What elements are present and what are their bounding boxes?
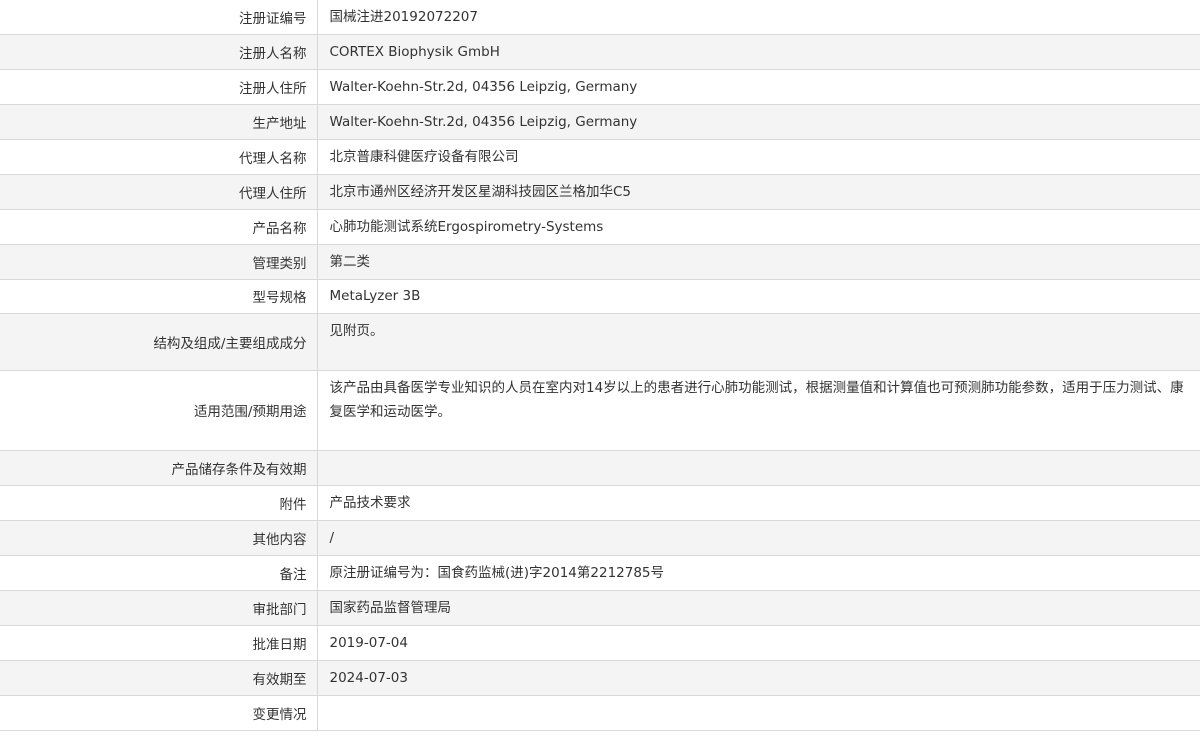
table-row: 注册人名称 CORTEX Biophysik GmbH [0,34,1200,70]
table-row: 生产地址 Walter-Koehn-Str.2d, 04356 Leipzig,… [0,104,1200,140]
table-row: 代理人住所 北京市通州区经济开发区星湖科技园区兰格加华C5 [0,174,1200,210]
table-row: 审批部门 国家药品监督管理局 [0,590,1200,626]
table-row: 型号规格 MetaLyzer 3B [0,279,1200,314]
table-row: 适用范围/预期用途 该产品由具备医学专业知识的人员在室内对14岁以上的患者进行心… [0,370,1200,451]
table-row: 附件 产品技术要求 [0,485,1200,521]
field-label: 管理类别 [0,244,318,280]
table-row: 备注 原注册证编号为：国食药监械(进)字2014第2212785号 [0,555,1200,591]
field-value: 2019-07-04 [317,625,1200,661]
field-value: MetaLyzer 3B [317,279,1200,314]
field-label: 产品名称 [0,209,318,245]
registration-detail-table: 注册证编号 国械注进20192072207 注册人名称 CORTEX Bioph… [0,0,1200,731]
field-value: 北京普康科健医疗设备有限公司 [317,139,1200,175]
field-label: 其他内容 [0,520,318,556]
field-value: 第二类 [317,244,1200,280]
field-value: / [317,520,1200,556]
table-row: 有效期至 2024-07-03 [0,660,1200,696]
field-label: 有效期至 [0,660,318,696]
field-value: 产品技术要求 [317,485,1200,521]
field-label: 注册证编号 [0,0,318,35]
field-label: 产品储存条件及有效期 [0,450,318,486]
table-row: 产品储存条件及有效期 [0,450,1200,486]
field-value: 国家药品监督管理局 [317,590,1200,626]
field-value: 该产品由具备医学专业知识的人员在室内对14岁以上的患者进行心肺功能测试，根据测量… [317,370,1200,451]
table-row: 批准日期 2019-07-04 [0,625,1200,661]
field-label: 结构及组成/主要组成成分 [0,313,318,371]
field-value: CORTEX Biophysik GmbH [317,34,1200,70]
table-row: 变更情况 [0,695,1200,731]
table-row: 代理人名称 北京普康科健医疗设备有限公司 [0,139,1200,175]
field-value [317,695,1200,731]
field-label: 型号规格 [0,279,318,314]
field-value: 原注册证编号为：国食药监械(进)字2014第2212785号 [317,555,1200,591]
field-value: 心肺功能测试系统Ergospirometry-Systems [317,209,1200,245]
table-row: 其他内容 / [0,520,1200,556]
field-label: 变更情况 [0,695,318,731]
field-label: 备注 [0,555,318,591]
field-label: 代理人名称 [0,139,318,175]
field-label: 批准日期 [0,625,318,661]
field-value: Walter-Koehn-Str.2d, 04356 Leipzig, Germ… [317,104,1200,140]
field-label: 注册人住所 [0,69,318,105]
field-value: 北京市通州区经济开发区星湖科技园区兰格加华C5 [317,174,1200,210]
field-label: 附件 [0,485,318,521]
table-row: 注册证编号 国械注进20192072207 [0,0,1200,35]
field-value: Walter-Koehn-Str.2d, 04356 Leipzig, Germ… [317,69,1200,105]
field-label: 适用范围/预期用途 [0,370,318,451]
field-label: 审批部门 [0,590,318,626]
field-value [317,450,1200,486]
field-label: 代理人住所 [0,174,318,210]
table-row: 产品名称 心肺功能测试系统Ergospirometry-Systems [0,209,1200,245]
field-value: 国械注进20192072207 [317,0,1200,35]
table-row: 结构及组成/主要组成成分 见附页。 [0,313,1200,371]
field-value: 见附页。 [317,313,1200,371]
field-label: 注册人名称 [0,34,318,70]
table-row: 管理类别 第二类 [0,244,1200,280]
table-row: 注册人住所 Walter-Koehn-Str.2d, 04356 Leipzig… [0,69,1200,105]
field-label: 生产地址 [0,104,318,140]
field-value: 2024-07-03 [317,660,1200,696]
